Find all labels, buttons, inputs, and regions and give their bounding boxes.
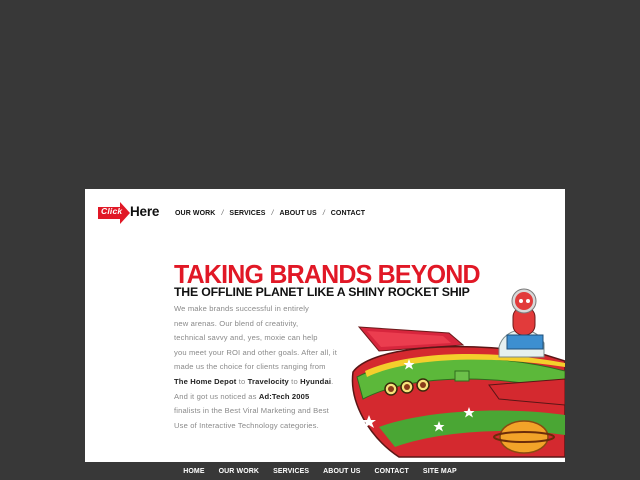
footer-services-link[interactable]: SERVICES: [273, 468, 309, 475]
nav-our-work[interactable]: OUR WORK: [175, 210, 215, 217]
top-nav: OUR WORK / SERVICES / ABOUT US / CONTACT: [175, 210, 365, 217]
rocket-ship-illustration: [351, 288, 565, 458]
footer-site-map-link[interactable]: SITE MAP: [423, 468, 457, 475]
award-name: Ad:Tech 2005: [258, 391, 310, 401]
nav-contact[interactable]: CONTACT: [331, 210, 365, 217]
content-panel: Click Here OUR WORK / SERVICES / ABOUT U…: [85, 189, 565, 462]
nav-services[interactable]: SERVICES: [229, 210, 265, 217]
nav-separator: /: [221, 210, 224, 217]
logo-click-text: Click: [101, 206, 123, 216]
copy-line: And it got us noticed as: [174, 391, 259, 401]
footer-about-us-link[interactable]: ABOUT US: [323, 468, 360, 475]
client-hyundai: Hyundai: [300, 376, 332, 386]
client-home-depot: The Home Depot: [174, 376, 237, 386]
copy-connector: to: [288, 376, 301, 386]
nav-about-us[interactable]: ABOUT US: [279, 210, 316, 217]
logo-here-text: Here: [130, 204, 160, 219]
copy-period: .: [331, 376, 334, 386]
footer-home-link[interactable]: HOME: [183, 468, 204, 475]
client-travelocity: Travelocity: [247, 376, 289, 386]
footer-nav: HOME OUR WORK SERVICES ABOUT US CONTACT …: [0, 462, 640, 480]
footer-our-work-link[interactable]: OUR WORK: [219, 468, 259, 475]
click-here-logo[interactable]: Click Here: [98, 202, 168, 226]
nav-separator: /: [271, 210, 274, 217]
copy-connector: to: [236, 376, 248, 386]
footer-contact-link[interactable]: CONTACT: [375, 468, 409, 475]
nav-separator: /: [322, 210, 325, 217]
